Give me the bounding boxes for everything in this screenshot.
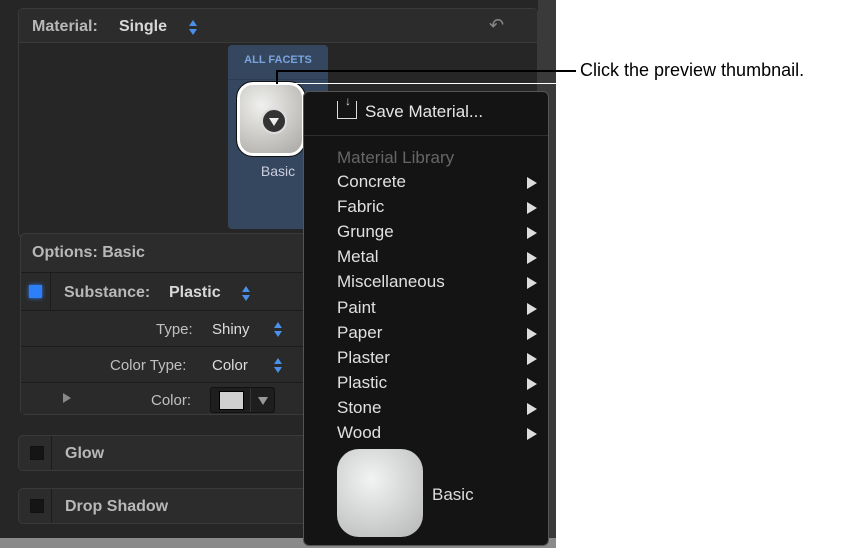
menu-item-paper[interactable]: Paper bbox=[337, 323, 537, 347]
color-well[interactable] bbox=[210, 387, 275, 413]
substance-stepper-icon[interactable] bbox=[242, 286, 250, 302]
color-dropdown-icon[interactable] bbox=[258, 397, 268, 405]
type-row: Type: Shiny bbox=[21, 310, 311, 346]
menu-item-wood[interactable]: Wood bbox=[337, 423, 537, 447]
submenu-arrow-icon bbox=[527, 428, 537, 440]
glow-checkbox[interactable] bbox=[30, 446, 44, 460]
menu-item-label: Metal bbox=[337, 247, 379, 267]
recent-name: Basic bbox=[432, 485, 474, 504]
menu-item-metal[interactable]: Metal bbox=[337, 247, 537, 271]
material-label: Material: bbox=[32, 18, 98, 35]
submenu-arrow-icon bbox=[527, 327, 537, 340]
color-type-row: Color Type: Color bbox=[21, 346, 311, 382]
submenu-arrow-icon bbox=[527, 252, 537, 265]
drop-shadow-label: Drop Shadow bbox=[65, 498, 169, 515]
color-row: Color: bbox=[21, 382, 311, 414]
library-header: Material Library bbox=[337, 148, 455, 167]
material-stepper-icon[interactable] bbox=[189, 20, 197, 36]
menu-item-stone[interactable]: Stone bbox=[337, 398, 537, 422]
recent-thumbnail bbox=[337, 449, 423, 537]
menu-item-label: Stone bbox=[337, 397, 382, 417]
menu-item-label: Wood bbox=[337, 423, 382, 442]
submenu-arrow-icon bbox=[527, 277, 537, 290]
drop-shadow-checkbox[interactable] bbox=[30, 499, 44, 513]
color-type-value[interactable]: Color bbox=[212, 357, 248, 374]
menu-item-label: Concrete bbox=[337, 172, 406, 191]
menu-item-label: Plaster bbox=[337, 347, 390, 367]
drop-shadow-section[interactable]: Drop Shadow bbox=[18, 488, 318, 524]
menu-item-paint[interactable]: Paint bbox=[337, 298, 537, 322]
glow-label: Glow bbox=[65, 445, 105, 462]
menu-item-plaster[interactable]: Plaster bbox=[337, 348, 537, 372]
glow-section[interactable]: Glow bbox=[18, 435, 318, 471]
reset-icon[interactable]: ↶ bbox=[489, 15, 504, 36]
menu-item-label: Paper bbox=[337, 322, 383, 342]
save-material-label: Save Material... bbox=[365, 102, 484, 121]
menu-item-fabric[interactable]: Fabric bbox=[337, 197, 537, 221]
submenu-arrow-icon bbox=[527, 377, 537, 390]
type-value[interactable]: Shiny bbox=[212, 321, 250, 338]
preview-thumbnail[interactable] bbox=[236, 81, 306, 157]
callout-text: Click the preview thumbnail. bbox=[580, 60, 805, 80]
menu-item-grunge[interactable]: Grunge bbox=[337, 222, 537, 246]
disclosure-triangle-icon[interactable] bbox=[63, 393, 71, 403]
all-facets-label: ALL FACETS bbox=[244, 54, 312, 66]
menu-item-label: Miscellaneous bbox=[337, 272, 445, 292]
menu-item-concrete[interactable]: Concrete bbox=[337, 172, 537, 196]
color-swatch[interactable] bbox=[219, 391, 244, 410]
save-material-item[interactable]: ↓ Save Material... bbox=[337, 95, 484, 122]
submenu-arrow-icon bbox=[527, 177, 537, 189]
menu-item-plastic[interactable]: Plastic bbox=[337, 373, 537, 397]
menu-item-label: Paint bbox=[337, 297, 376, 317]
color-type-label: Color Type: bbox=[110, 357, 187, 374]
menu-item-label: Plastic bbox=[337, 372, 388, 392]
menu-item-miscellaneous[interactable]: Miscellaneous bbox=[337, 272, 537, 296]
substance-value[interactable]: Plastic bbox=[169, 284, 221, 302]
color-type-stepper-icon[interactable] bbox=[274, 358, 282, 374]
substance-checkbox[interactable] bbox=[29, 285, 42, 298]
submenu-arrow-icon bbox=[527, 302, 537, 315]
color-label: Color: bbox=[151, 392, 192, 409]
type-label: Type: bbox=[156, 321, 193, 338]
submenu-arrow-icon bbox=[527, 227, 537, 240]
save-icon: ↓ bbox=[337, 95, 357, 119]
menu-item-label: Fabric bbox=[337, 197, 385, 217]
dropdown-arrow-icon[interactable] bbox=[261, 108, 287, 134]
submenu-arrow-icon bbox=[527, 402, 537, 415]
recent-material-item[interactable]: Basic bbox=[337, 449, 537, 539]
options-title: Options: Basic bbox=[32, 244, 145, 261]
material-menu: ↓ Save Material... Material Library Concr… bbox=[303, 91, 549, 546]
submenu-arrow-icon bbox=[527, 202, 537, 215]
substance-label: Substance: bbox=[64, 284, 151, 301]
type-stepper-icon[interactable] bbox=[274, 322, 282, 338]
material-value[interactable]: Single bbox=[119, 18, 167, 36]
substance-row: Substance: Plastic bbox=[21, 272, 311, 310]
callout-line bbox=[276, 70, 576, 84]
menu-item-label: Grunge bbox=[337, 222, 394, 242]
submenu-arrow-icon bbox=[527, 352, 537, 365]
